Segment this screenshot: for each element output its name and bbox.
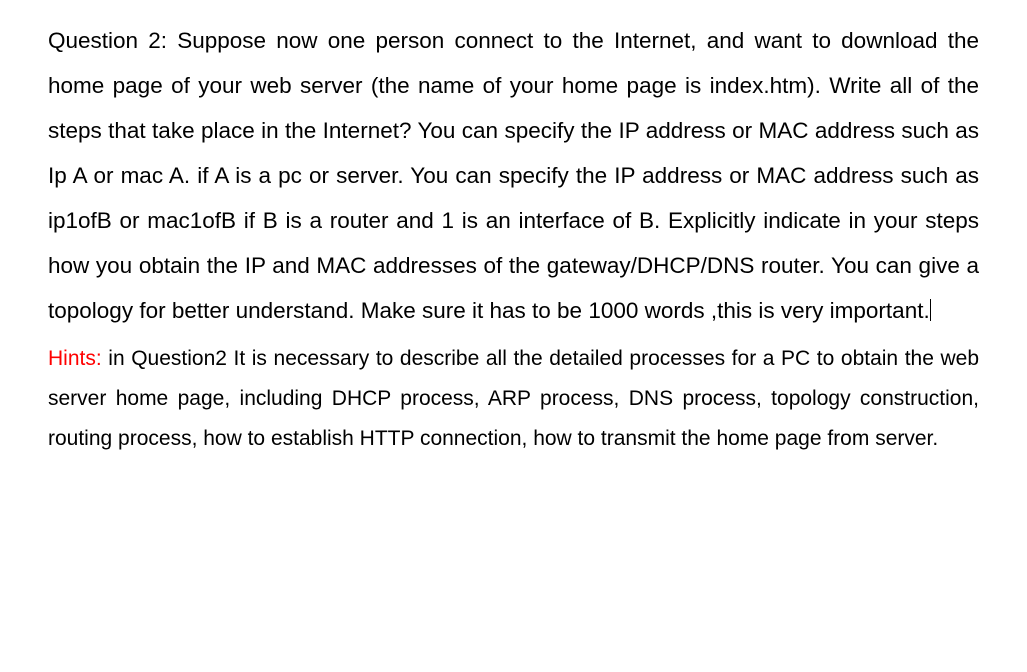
hints-text: in Question2 It is necessary to describe… xyxy=(48,347,979,450)
text-cursor xyxy=(930,299,931,321)
hints-paragraph: Hints: in Question2 It is necessary to d… xyxy=(48,339,979,459)
question-paragraph: Question 2: Suppose now one person conne… xyxy=(48,18,979,333)
hints-label: Hints: xyxy=(48,347,102,370)
question-text: Question 2: Suppose now one person conne… xyxy=(48,28,979,323)
